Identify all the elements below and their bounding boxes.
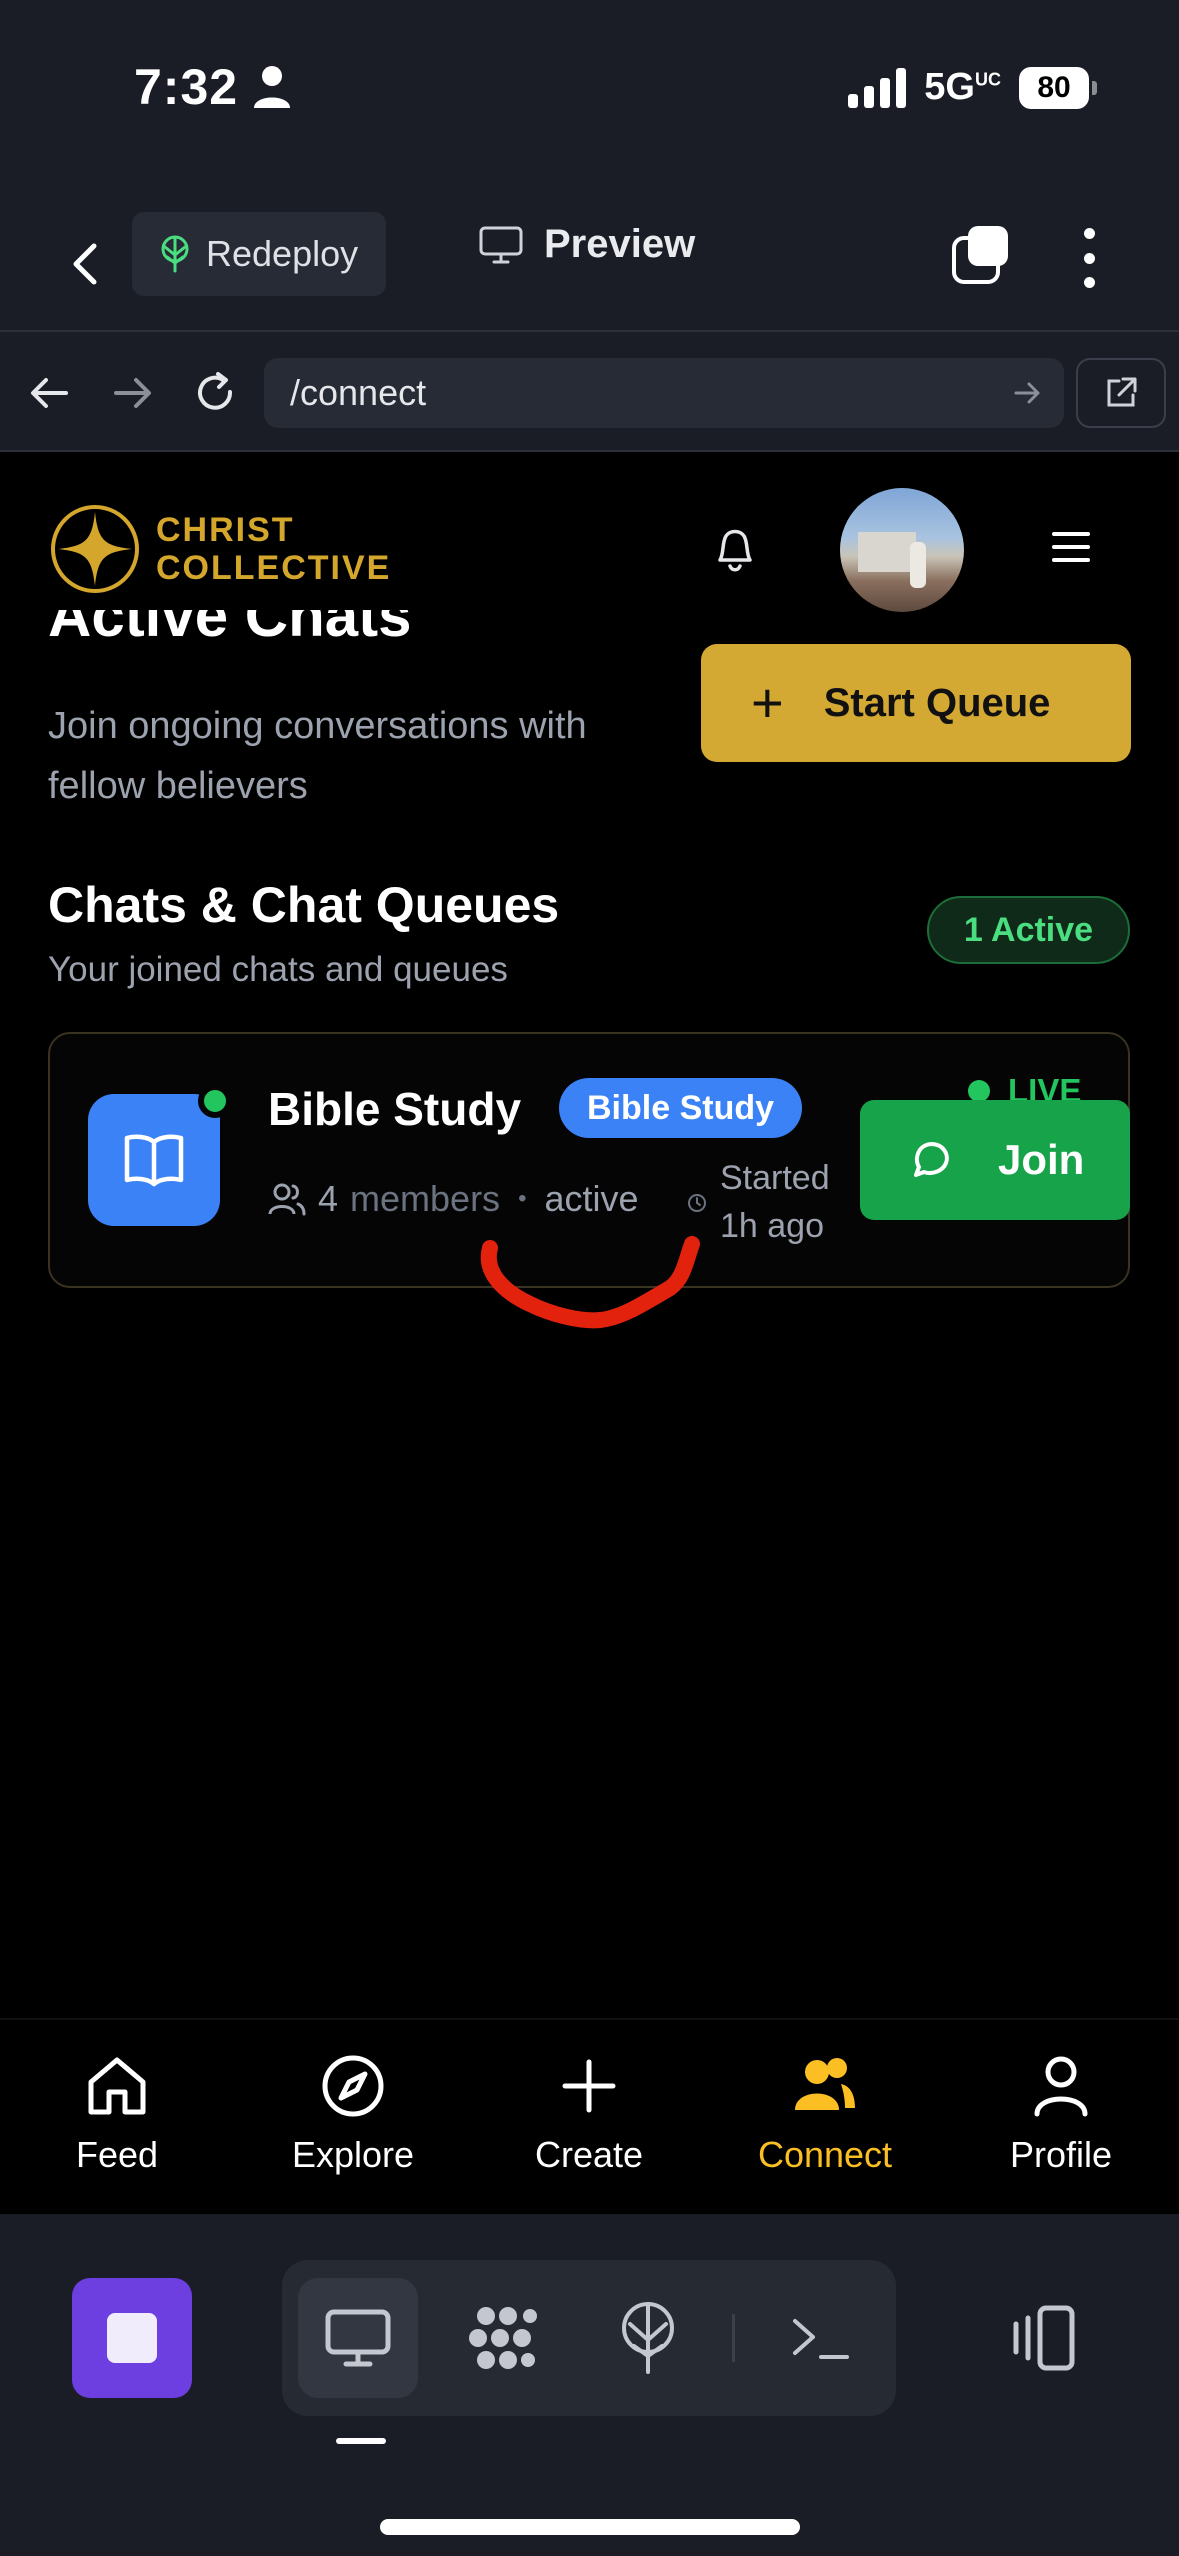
page-title: Active Chats <box>48 610 412 648</box>
started-time: Started 1h ago <box>720 1159 830 1245</box>
site-header: CHRIST COLLECTIVE <box>0 452 1179 632</box>
cluster-icon <box>469 2307 537 2369</box>
bell-icon[interactable] <box>710 520 760 576</box>
start-queue-label: Start Queue <box>823 680 1051 725</box>
deploy-tree-icon <box>161 235 189 273</box>
menu-icon[interactable] <box>1052 532 1090 562</box>
stop-button[interactable] <box>72 2278 192 2398</box>
browser-back-icon[interactable] <box>24 368 74 418</box>
join-label: Join <box>998 1136 1085 1183</box>
status-time: 7:32 <box>134 59 239 115</box>
chat-name: Bible Study <box>268 1083 522 1135</box>
external-link-icon <box>1107 377 1137 407</box>
bottom-tab-nav: Feed Explore Create Connect Profile <box>0 2018 1179 2214</box>
redeploy-label: Redeploy <box>206 233 359 274</box>
chat-avatar <box>88 1094 220 1226</box>
monitor-icon <box>479 226 523 263</box>
open-external-button[interactable] <box>1076 358 1166 428</box>
members-icon <box>268 1183 306 1216</box>
app-shell-header: 7:32 5GUC 80 Redeploy Preview /connect <box>0 0 1179 452</box>
members-label: members <box>350 1178 501 1219</box>
deploy-tree-icon <box>622 2302 674 2374</box>
network-label: 5GUC <box>924 66 1001 108</box>
chat-bubble-icon <box>914 1142 949 1177</box>
users-icon <box>795 2058 855 2110</box>
tool-group <box>282 2260 896 2416</box>
meta-separator: • <box>518 1185 527 1212</box>
preview-label: Preview <box>544 222 696 266</box>
home-indicator <box>380 2519 800 2535</box>
tab-create-label: Create <box>534 2134 644 2175</box>
tab-create[interactable]: Create <box>489 2052 689 2176</box>
ide-toolbar <box>0 2214 1179 2556</box>
plus-icon <box>562 2059 616 2113</box>
online-indicator <box>198 1084 232 1118</box>
tool-deploy[interactable] <box>588 2278 708 2398</box>
active-count-badge: 1 Active <box>927 896 1130 964</box>
start-queue-button[interactable]: + Start Queue <box>701 644 1131 762</box>
selected-tab-underline <box>336 2438 386 2444</box>
avatar[interactable] <box>840 488 964 612</box>
section-subtitle: Your joined chats and queues <box>48 950 508 989</box>
join-button[interactable]: Join <box>860 1100 1130 1220</box>
live-dot <box>968 1080 990 1102</box>
tool-terminal[interactable] <box>760 2278 880 2398</box>
battery-indicator: 80 <box>1019 66 1097 109</box>
tab-explore-label: Explore <box>291 2134 415 2175</box>
tool-workspace[interactable] <box>444 2278 564 2398</box>
browser-toolbar: /connect <box>0 330 1179 452</box>
person-icon <box>254 66 290 108</box>
tab-connect[interactable]: Connect <box>725 2052 925 2176</box>
app-bar: Redeploy Preview <box>0 210 1179 320</box>
monitor-icon <box>325 2309 391 2367</box>
tool-divider <box>732 2314 735 2362</box>
url-field[interactable]: /connect <box>264 358 1064 428</box>
tab-explore[interactable]: Explore <box>253 2052 453 2176</box>
reload-icon[interactable] <box>190 368 240 418</box>
tab-profile-label: Profile <box>1009 2134 1113 2175</box>
stop-icon <box>107 2313 157 2363</box>
site-logo[interactable]: CHRIST COLLECTIVE <box>48 502 391 596</box>
more-options-icon[interactable] <box>1080 228 1098 288</box>
member-count: 4 <box>318 1178 339 1219</box>
tab-feed-label: Feed <box>75 2134 159 2175</box>
redeploy-button[interactable]: Redeploy <box>132 212 386 296</box>
star-logo-icon <box>51 505 139 593</box>
page-subtitle: Join ongoing conversations with fellow b… <box>48 705 587 807</box>
logo-wordmark: CHRIST COLLECTIVE <box>156 511 392 587</box>
preview-tab[interactable]: Preview <box>478 222 695 267</box>
url-text: /connect <box>290 372 427 413</box>
device-layout-icon[interactable] <box>1000 2294 1090 2384</box>
go-arrow-icon[interactable] <box>1012 378 1042 408</box>
tab-profile[interactable]: Profile <box>961 2052 1161 2176</box>
tab-connect-label: Connect <box>757 2134 893 2175</box>
clock-icon <box>688 1194 706 1212</box>
chat-status: active <box>544 1178 639 1219</box>
status-right: 5GUC 80 <box>848 66 1097 109</box>
section-title: Chats & Chat Queues <box>48 877 560 933</box>
plus-icon: + <box>751 671 784 734</box>
cell-signal-icon <box>848 67 907 108</box>
terminal-icon <box>793 2319 849 2359</box>
chat-category-badge: Bible Study <box>559 1078 803 1138</box>
compass-icon <box>322 2055 384 2117</box>
red-scribble-annotation <box>480 1236 700 1329</box>
open-book-icon <box>124 1134 184 1187</box>
user-icon <box>1034 2056 1088 2117</box>
tool-preview[interactable] <box>298 2278 418 2398</box>
back-chevron-icon[interactable] <box>60 238 112 290</box>
chat-meta: 4 members • active <box>268 1178 639 1220</box>
tab-feed[interactable]: Feed <box>17 2052 217 2176</box>
browser-forward-icon[interactable] <box>108 368 158 418</box>
home-icon <box>88 2057 146 2115</box>
tabs-switcher-icon[interactable] <box>950 224 1012 286</box>
